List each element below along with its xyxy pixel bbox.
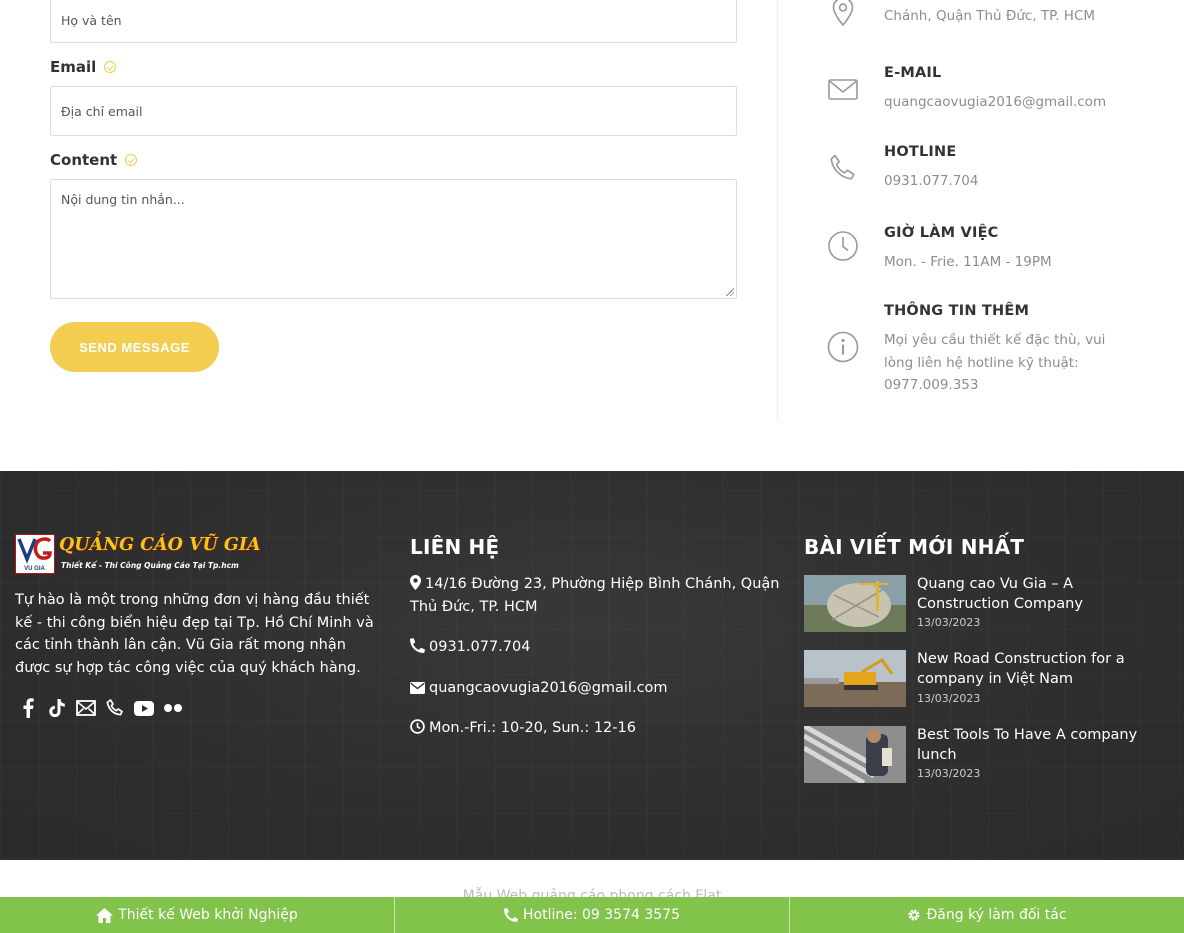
- partner-register-link[interactable]: Đăng ký làm đối tác: [790, 897, 1184, 933]
- social-links: [18, 697, 183, 719]
- hotline-link[interactable]: Hotline: 09 3574 3575: [395, 897, 790, 933]
- name-input[interactable]: Họ và tên: [50, 0, 737, 43]
- phone-solid-icon: [410, 638, 425, 653]
- logo-sub-text: VU GIA: [24, 566, 45, 572]
- post-item[interactable]: New Road Construction for a company in V…: [804, 650, 1174, 708]
- startup-web-design-link[interactable]: Thiết kế Web khởi Nghiệp: [0, 897, 395, 933]
- footer: VU GIA QUẢNG CÁO VŨ GIA Thiết Kế - Thi C…: [0, 471, 1184, 860]
- contact-section: Họ và tên Email Địa chỉ email Content Nộ…: [0, 0, 1184, 471]
- map-marker-icon: [410, 575, 421, 590]
- send-message-button[interactable]: SEND MESSAGE: [50, 322, 219, 372]
- post-item[interactable]: Quang cao Vu Gia – A Construction Compan…: [804, 575, 1174, 633]
- logo-mark: VU GIA: [15, 534, 55, 574]
- email-placeholder: Địa chỉ email: [61, 103, 143, 119]
- info-more: THÔNG TIN THÊM Mọi yêu cầu thiết kế đặc …: [826, 302, 1156, 402]
- post-title[interactable]: Quang cao Vu Gia – A Construction Compan…: [917, 575, 1157, 614]
- clock-icon: [828, 231, 858, 261]
- phone-solid-icon: [504, 908, 518, 922]
- footer-email[interactable]: quangcaovugia2016@gmail.com: [410, 677, 780, 700]
- footer-logo[interactable]: VU GIA QUẢNG CÁO VŨ GIA Thiết Kế - Thi C…: [15, 534, 261, 574]
- logo-tagline: Thiết Kế - Thi Công Quảng Cáo Tại Tp.hcm: [61, 561, 239, 570]
- info-circle-icon: [827, 331, 859, 363]
- bottom-item-label: Đăng ký làm đối tác: [926, 907, 1067, 923]
- hours-text: Mon. - Frie. 11AM - 19PM: [884, 254, 1052, 270]
- youtube-icon[interactable]: [134, 697, 154, 719]
- envelope-solid-icon: [410, 682, 425, 694]
- email-text[interactable]: quangcaovugia2016@gmail.com: [884, 91, 1134, 114]
- bottom-action-bar: Thiết kế Web khởi Nghiệp Hotline: 09 357…: [0, 897, 1184, 933]
- content-placeholder: Nội dung tin nhắn...: [61, 192, 185, 207]
- info-email: E-MAIL quangcaovugia2016@gmail.com: [826, 64, 1156, 124]
- footer-address: 14/16 Đường 23, Phường Hiệp Bình Chánh, …: [410, 573, 780, 619]
- check-circle-icon: [125, 154, 138, 166]
- post-item[interactable]: Best Tools To Have A company lunch 13/03…: [804, 726, 1174, 784]
- hotline-text[interactable]: 0931.077.704: [884, 170, 1134, 193]
- email-title: E-MAIL: [884, 65, 942, 81]
- logo-brand-text: QUẢNG CÁO VŨ GIA: [59, 535, 261, 555]
- email-label: Email: [50, 58, 117, 76]
- resize-handle[interactable]: [726, 288, 734, 296]
- info-hotline: HOTLINE 0931.077.704: [826, 143, 1156, 203]
- name-placeholder: Họ và tên: [61, 13, 122, 28]
- flickr-icon[interactable]: [163, 697, 183, 719]
- facebook-icon[interactable]: [18, 697, 38, 719]
- post-title[interactable]: Best Tools To Have A company lunch: [917, 726, 1157, 765]
- tiktok-icon[interactable]: [47, 697, 67, 719]
- post-date: 13/03/2023: [917, 692, 981, 705]
- footer-address-text: 14/16 Đường 23, Phường Hiệp Bình Chánh, …: [410, 576, 780, 615]
- more-title: THÔNG TIN THÊM: [884, 303, 1030, 319]
- post-thumbnail[interactable]: [804, 650, 906, 707]
- bottom-item-label: Thiết kế Web khởi Nghiệp: [118, 907, 298, 923]
- phone-icon[interactable]: [105, 697, 125, 719]
- info-address: 14/16 Đường 23, Phường Hiệp Bình Chánh, …: [826, 0, 1156, 45]
- column-divider: [777, 0, 778, 422]
- clock-outline-icon: [410, 719, 425, 734]
- footer-hours-text: Mon.-Fri.: 10-20, Sun.: 12-16: [429, 720, 636, 736]
- post-title[interactable]: New Road Construction for a company in V…: [917, 650, 1157, 689]
- content-label-text: Content: [50, 151, 118, 169]
- post-thumbnail[interactable]: [804, 726, 906, 783]
- map-pin-icon: [832, 0, 854, 27]
- content-textarea[interactable]: Nội dung tin nhắn...: [50, 179, 737, 299]
- phone-icon: [830, 154, 855, 180]
- latest-posts-heading: BÀI VIẾT MỚI NHẤT: [804, 535, 1025, 559]
- footer-phone[interactable]: 0931.077.704: [410, 636, 780, 659]
- email-input[interactable]: Địa chỉ email: [50, 86, 737, 136]
- bottom-item-label: Hotline: 09 3574 3575: [523, 907, 680, 923]
- check-circle-icon: [104, 61, 117, 73]
- hours-title: GIỜ LÀM VIỆC: [884, 225, 999, 241]
- envelope-icon: [828, 79, 858, 100]
- footer-email-text: quangcaovugia2016@gmail.com: [429, 680, 668, 696]
- hotline-title: HOTLINE: [884, 144, 957, 160]
- address-text: 14/16 Đường 23, Phường Hiệp Bình Chánh, …: [884, 0, 1122, 24]
- home-icon: [96, 907, 114, 923]
- email-label-text: Email: [50, 58, 97, 76]
- post-thumbnail[interactable]: [804, 575, 906, 632]
- post-date: 13/03/2023: [917, 616, 981, 629]
- gear-icon: [908, 909, 920, 921]
- footer-phone-text: 0931.077.704: [429, 639, 531, 655]
- footer-hours: Mon.-Fri.: 10-20, Sun.: 12-16: [410, 717, 780, 740]
- footer-about-text: Tự hào là một trong những đơn vị hàng đầ…: [15, 592, 374, 676]
- post-date: 13/03/2023: [917, 767, 981, 780]
- info-hours: GIỜ LÀM VIỆC Mon. - Frie. 11AM - 19PM: [826, 224, 1156, 284]
- email-icon[interactable]: [76, 697, 96, 719]
- more-text: Mọi yêu cầu thiết kế đặc thù, vui lòng l…: [884, 332, 1106, 393]
- contact-heading: LIÊN HỆ: [410, 535, 500, 559]
- content-label: Content: [50, 151, 138, 169]
